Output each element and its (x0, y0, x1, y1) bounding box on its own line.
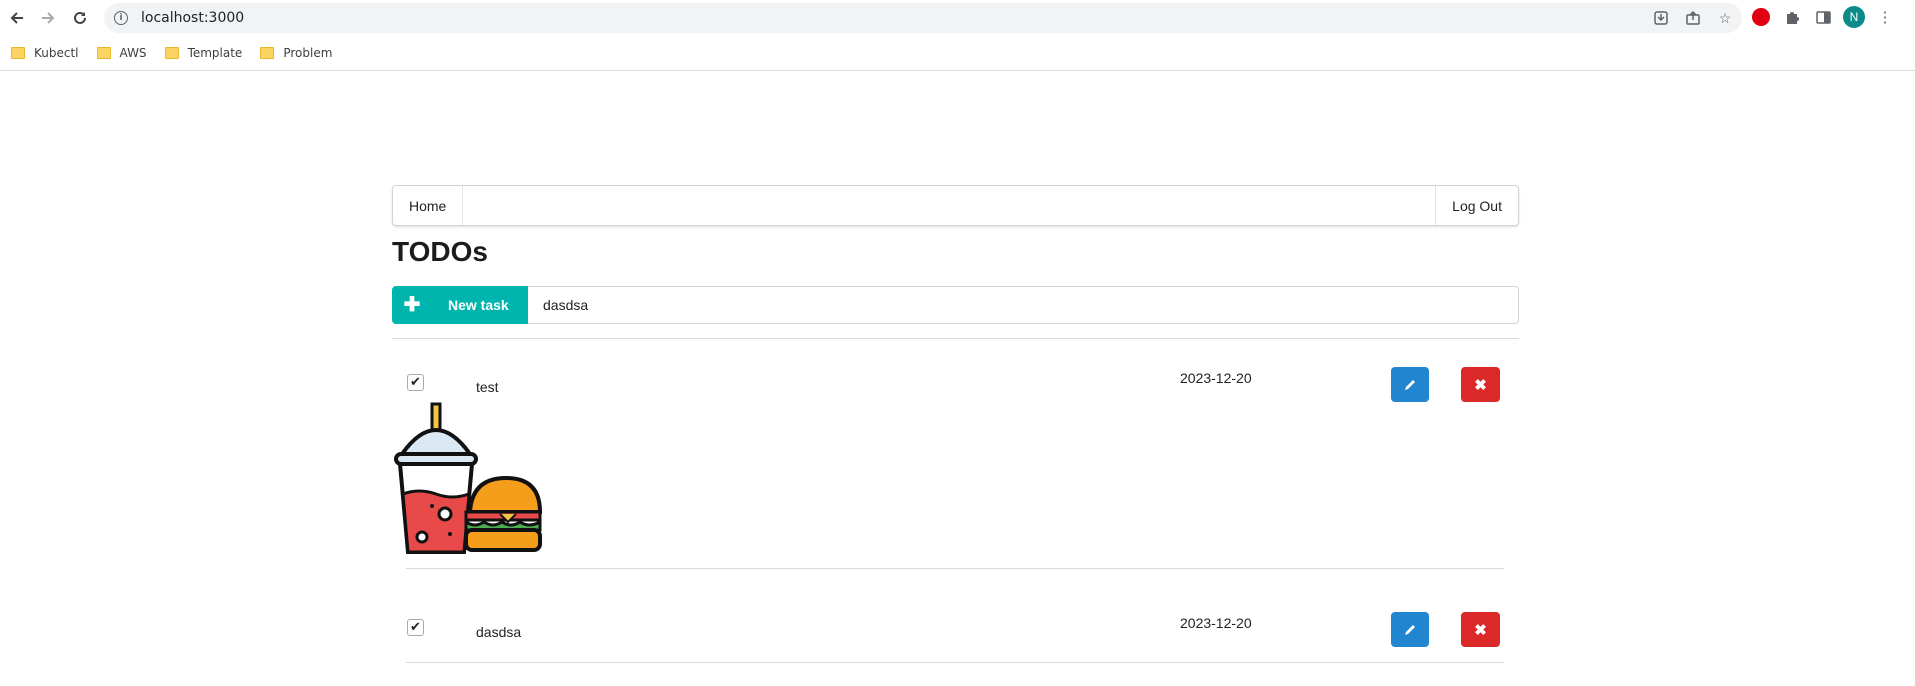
extensions-puzzle-icon[interactable] (1781, 6, 1803, 28)
pencil-icon (1405, 624, 1415, 635)
menu-item-logout[interactable]: Log Out (1435, 186, 1518, 225)
profile-avatar[interactable]: N (1843, 6, 1865, 28)
url-text: localhost:3000 (141, 10, 245, 26)
folder-icon (164, 47, 179, 59)
plus-icon: ✚ (403, 294, 421, 316)
close-icon: ✖ (1474, 376, 1487, 394)
share-icon[interactable] (1682, 7, 1704, 29)
task-date: 2023-12-20 (1180, 615, 1252, 631)
reload-icon[interactable] (69, 7, 91, 29)
delete-button[interactable]: ✖ (1461, 612, 1500, 647)
bookmark-aws[interactable]: AWS (96, 46, 147, 60)
page-title: TODOs (392, 236, 488, 267)
menu-item-home[interactable]: Home (393, 186, 464, 225)
new-task-button[interactable]: ✚ New task (392, 286, 528, 324)
new-task-button-label: New task (448, 297, 509, 313)
bookmark-problem[interactable]: Problem (260, 46, 332, 60)
bookmarks-bar: Kubectl AWS Template Problem (0, 36, 1915, 71)
divider (392, 338, 1519, 339)
drink-and-burger-icon (394, 402, 542, 554)
task-text: test (476, 379, 499, 395)
row-separator (406, 662, 1504, 663)
close-icon: ✖ (1474, 621, 1487, 639)
task-checkbox[interactable]: ✔ (407, 619, 424, 636)
adblock-icon[interactable] (1750, 6, 1772, 28)
bookmark-star-icon[interactable]: ☆ (1714, 7, 1736, 29)
folder-icon (96, 47, 111, 59)
install-app-icon[interactable] (1650, 7, 1672, 29)
bookmark-template[interactable]: Template (164, 46, 242, 60)
delete-button[interactable]: ✖ (1461, 367, 1500, 402)
task-checkbox[interactable]: ✔ (407, 374, 424, 391)
task-date: 2023-12-20 (1180, 370, 1252, 386)
folder-icon (11, 47, 25, 59)
new-task-form: ✚ New task (392, 286, 1519, 324)
address-bar[interactable]: i localhost:3000 ☆ (104, 3, 1742, 33)
forward-arrow-icon[interactable] (37, 7, 59, 29)
task-text: dasdsa (476, 624, 522, 640)
top-menu: Home Log Out (392, 185, 1519, 226)
edit-button[interactable] (1391, 367, 1429, 402)
site-info-icon[interactable]: i (114, 11, 128, 25)
browser-toolbar: i localhost:3000 ☆ N ⋮ (0, 0, 1915, 36)
side-panel-icon[interactable] (1812, 6, 1834, 28)
edit-button[interactable] (1391, 612, 1429, 647)
back-arrow-icon[interactable] (6, 7, 28, 29)
kebab-menu-icon[interactable]: ⋮ (1874, 6, 1896, 28)
new-task-input[interactable] (528, 286, 1519, 324)
folder-icon (260, 47, 275, 59)
row-separator (406, 568, 1504, 569)
pencil-icon (1405, 379, 1415, 390)
bookmark-kubectl[interactable]: Kubectl (11, 46, 79, 60)
